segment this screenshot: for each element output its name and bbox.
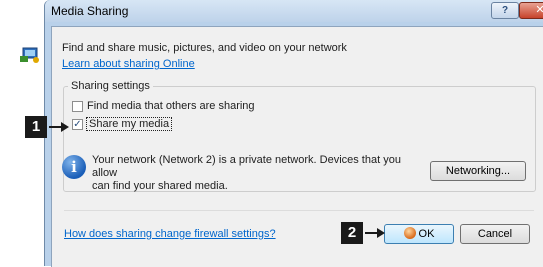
separator xyxy=(64,210,534,211)
info-icon: i xyxy=(62,155,86,179)
media-sharing-icon xyxy=(20,47,39,63)
network-info-line2: can find your shared media. xyxy=(92,180,228,192)
shield-icon xyxy=(403,227,416,239)
ok-button[interactable]: OK xyxy=(384,224,454,244)
callout-1: 1 xyxy=(25,116,47,138)
close-button[interactable]: ✕ xyxy=(519,2,543,19)
share-my-media-checkbox[interactable]: ✓ xyxy=(72,118,83,130)
find-media-option[interactable]: Find media that others are sharing xyxy=(72,100,255,112)
ok-label: OK xyxy=(418,228,435,240)
callout-2: 2 xyxy=(341,222,363,244)
find-media-checkbox[interactable] xyxy=(72,100,83,112)
sharing-settings-title: Sharing settings xyxy=(68,80,153,92)
network-info-line1: Your network (Network 2) is a private ne… xyxy=(92,154,401,179)
learn-about-sharing-link[interactable]: Learn about sharing Online xyxy=(62,58,195,70)
share-my-media-label: Share my media xyxy=(85,117,173,131)
cancel-button[interactable]: Cancel xyxy=(460,224,530,244)
title-bar: Media Sharing ? ✕ xyxy=(45,0,543,22)
arrow-right-icon xyxy=(49,122,69,132)
firewall-settings-link[interactable]: How does sharing change firewall setting… xyxy=(64,228,276,240)
intro-text: Find and share music, pictures, and vide… xyxy=(62,42,347,54)
share-my-media-option[interactable]: ✓ Share my media xyxy=(72,117,173,131)
networking-button[interactable]: Networking... xyxy=(430,161,526,181)
window-title: Media Sharing xyxy=(51,4,129,18)
find-media-label: Find media that others are sharing xyxy=(87,100,255,112)
network-info-text: Your network (Network 2) is a private ne… xyxy=(92,154,422,193)
arrow-right-icon xyxy=(365,228,385,238)
help-button[interactable]: ? xyxy=(491,2,519,19)
